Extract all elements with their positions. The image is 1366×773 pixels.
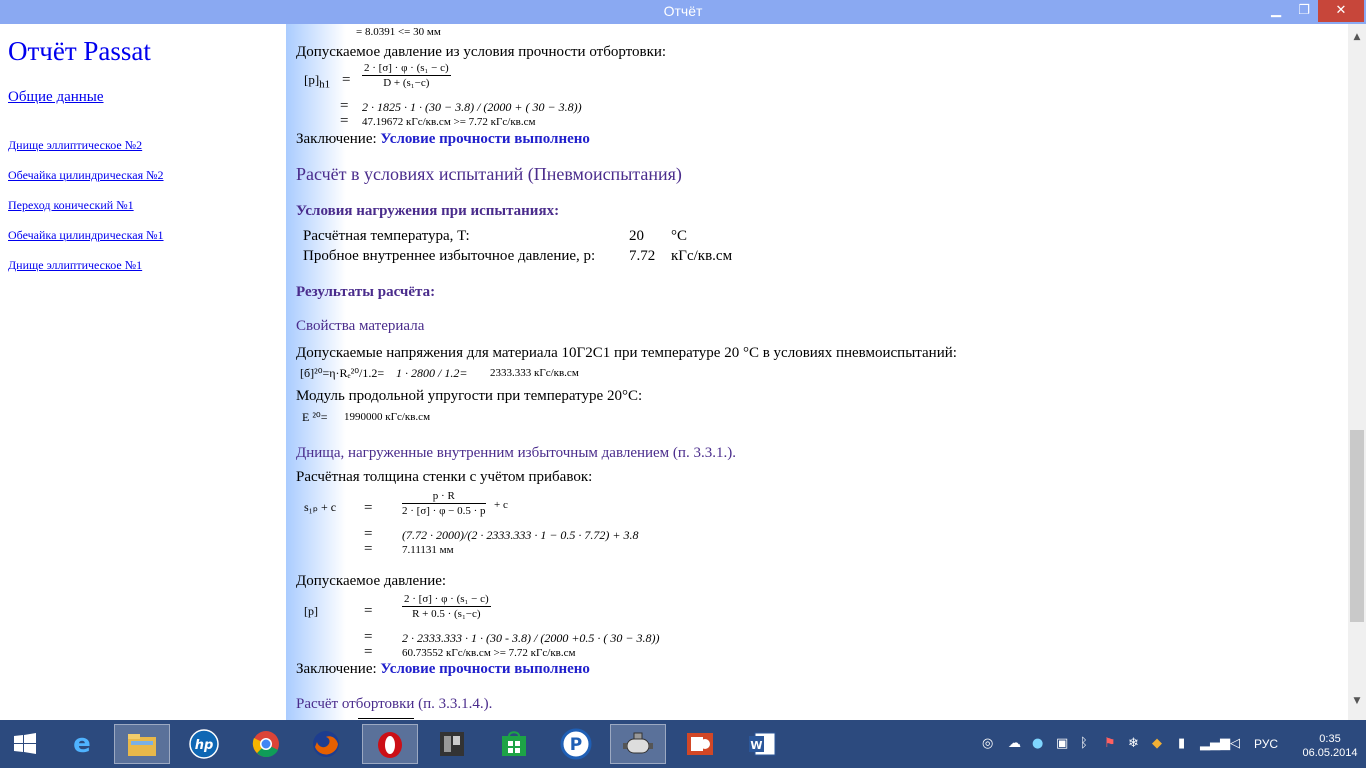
material-properties-title: Свойства материала — [296, 318, 425, 334]
tray-date: 06.05.2014 — [1302, 747, 1358, 759]
allowed-pressure-title: Допускаемое давление: — [296, 573, 447, 589]
sidebar-item-head-elliptic-1[interactable]: Днище эллиптическое №1 — [8, 258, 164, 288]
passat-app-icon[interactable]: P — [548, 724, 604, 764]
condition-value-pressure: 7.72 — [629, 248, 656, 264]
tray-language[interactable]: РУС — [1254, 720, 1278, 768]
ph1-equals: = — [342, 72, 351, 88]
condition-value-temperature: 20 — [629, 228, 644, 244]
tray-shield-icon[interactable]: ◆ — [1152, 720, 1162, 768]
sidebar-item-shell-cylindrical-2[interactable]: Обечайка цилиндрическая №2 — [8, 168, 164, 198]
link-general-data[interactable]: Общие данные — [8, 89, 104, 106]
tray-security-icon[interactable]: ⚑ — [1104, 720, 1116, 768]
sidebar-item-transition-conical-1[interactable]: Переход конический №1 — [8, 198, 164, 228]
s1p-equals: = — [364, 500, 373, 516]
taskbar: e hp P W ◎ ☁ ● ▣ ᛒ ⚑ ❄ ◆ ▮ ▂▄▆ ◁ РУС 0:3… — [0, 720, 1366, 768]
tray-app-circle-icon[interactable]: ● — [1032, 720, 1043, 768]
p-result: 60.73552 кГс/кв.см >= 7.72 кГс/кв.см — [402, 647, 576, 659]
app-dark-icon[interactable] — [424, 724, 480, 764]
maximize-button[interactable]: ❐ — [1290, 0, 1318, 22]
s1p-result-equals: = — [364, 541, 373, 557]
window-titlebar: Отчёт ▁ ❐ ✕ — [0, 0, 1366, 24]
s1p-label: s₁ₚ + c — [304, 500, 337, 514]
p-equals: = — [364, 603, 373, 619]
conclusion-1: Заключение: Условие прочности выполнено — [296, 131, 590, 147]
cut-off-result-line: = 8.0391 <= 30 мм — [356, 26, 441, 38]
results-title: Результаты расчёта: — [296, 284, 436, 300]
stress-result: 2333.333 кГс/кв.см — [490, 367, 579, 379]
sidebar-item-head-elliptic-2[interactable]: Днище эллиптическое №2 — [8, 138, 164, 168]
sidebar-nav: Днище эллиптическое №2 Обечайка цилиндри… — [8, 138, 164, 288]
elastic-formula: E ²⁰= — [302, 410, 328, 424]
load-conditions-title: Условия нагружения при испытаниях: — [296, 203, 560, 219]
svg-text:W: W — [750, 739, 762, 752]
p-result-equals: = — [364, 644, 373, 660]
conclusion-2: Заключение: Условие прочности выполнено — [296, 661, 590, 677]
s1p-fraction: p · R 2 · [σ] · φ − 0.5 · p — [402, 490, 486, 517]
tray-volume-icon[interactable]: ◁ — [1230, 720, 1240, 768]
tray-display-icon[interactable]: ▣ — [1056, 720, 1068, 768]
s1p-substitution: (7.72 · 2000)/(2 · 2333.333 · 1 − 0.5 · … — [402, 528, 639, 542]
tray-time: 0:35 — [1319, 733, 1341, 745]
flange-pressure-title: Допускаемое давление из условия прочност… — [296, 44, 667, 60]
file-explorer-icon[interactable] — [114, 724, 170, 764]
ph1-substitution: 2 · 1825 · 1 · (30 − 3.8) / (2000 + ( 30… — [362, 100, 582, 114]
tray-clock[interactable]: 0:35 06.05.2014 — [1302, 732, 1358, 760]
flange-calc-title: Расчёт отбортовки (п. 3.3.1.4.). — [296, 696, 493, 712]
hp-icon[interactable]: hp — [176, 724, 232, 764]
report-content: = 8.0391 <= 30 мм Допускаемое давление и… — [296, 24, 1346, 720]
vessel-app-icon[interactable] — [610, 724, 666, 764]
tray-bluetooth-icon[interactable]: ᛒ — [1080, 720, 1088, 768]
vertical-scrollbar[interactable]: ▲ ▼ — [1348, 24, 1366, 720]
scroll-down-icon[interactable]: ▼ — [1348, 692, 1366, 710]
tray-battery-icon[interactable]: ▮ — [1178, 720, 1185, 768]
ph1-result-equals: = — [340, 113, 349, 129]
presentation-icon[interactable] — [672, 724, 728, 764]
internet-explorer-icon[interactable]: e — [54, 724, 110, 764]
sidebar-item-shell-cylindrical-1[interactable]: Обечайка цилиндрическая №1 — [8, 228, 164, 258]
cut-off-fraction-line — [358, 718, 414, 719]
opera-icon[interactable] — [362, 724, 418, 764]
chrome-icon[interactable] — [238, 724, 294, 764]
minimize-button[interactable]: ▁ — [1262, 0, 1290, 22]
condition-unit-pressure: кГс/кв.см — [671, 248, 733, 264]
ph1-result: 47.19672 кГс/кв.см >= 7.72 кГс/кв.см — [362, 116, 536, 128]
scroll-up-icon[interactable]: ▲ — [1348, 28, 1366, 46]
stress-substitution: 1 · 2800 / 1.2= — [396, 366, 468, 380]
windows-start-icon[interactable] — [0, 724, 50, 764]
tray-network-icon[interactable]: ◎ — [982, 720, 993, 768]
heads-section-title: Днища, нагруженные внутренним избыточным… — [296, 445, 736, 461]
svg-text:hp: hp — [195, 738, 214, 753]
allowed-stress-text: Допускаемые напряжения для материала 10Г… — [296, 345, 957, 361]
elastic-value: 1990000 кГс/кв.см — [344, 411, 431, 423]
ph1-fraction: 2 · [σ] · φ · (s₁ − c) D + (s₁−c) — [362, 62, 451, 89]
sidebar: Отчёт Passat Общие данные Днище эллиптич… — [0, 24, 286, 720]
test-conditions-heading: Расчёт в условиях испытаний (Пневмоиспыт… — [296, 164, 682, 184]
condition-unit-temperature: °C — [671, 228, 688, 244]
store-icon[interactable] — [486, 724, 542, 764]
condition-label-pressure: Пробное внутреннее избыточное давление, … — [303, 248, 596, 264]
p-fraction: 2 · [σ] · φ · (s₁ − c) R + 0.5 · (s₁−c) — [402, 593, 491, 620]
firefox-icon[interactable] — [298, 724, 354, 764]
window-title: Отчёт — [663, 3, 703, 19]
p-substitution: 2 · 2333.333 · 1 · (30 - 3.8) / (2000 +0… — [402, 631, 660, 645]
close-button[interactable]: ✕ — [1318, 0, 1364, 22]
stress-formula: [б]²⁰=η·Rₑ²⁰/1.2= — [300, 366, 385, 380]
thickness-text: Расчётная толщина стенки с учётом прибав… — [296, 469, 593, 485]
condition-label-temperature: Расчётная температура, T: — [303, 228, 470, 244]
s1p-plus-c: + c — [494, 499, 508, 511]
ph1-label: [p]h1 — [304, 72, 331, 91]
s1p-result: 7.11131 мм — [402, 544, 454, 556]
tray-cloud-icon[interactable]: ☁ — [1008, 720, 1021, 768]
word-icon[interactable]: W — [734, 724, 790, 764]
tray-signal-icon[interactable]: ▂▄▆ — [1200, 720, 1230, 768]
report-title: Отчёт Passat — [8, 36, 151, 66]
svg-text:P: P — [570, 735, 582, 755]
tray-snowflake-icon[interactable]: ❄ — [1128, 720, 1139, 768]
elastic-modulus-text: Модуль продольной упругости при температ… — [296, 388, 643, 404]
scroll-thumb[interactable] — [1350, 430, 1364, 622]
p-label: [p] — [304, 604, 318, 618]
